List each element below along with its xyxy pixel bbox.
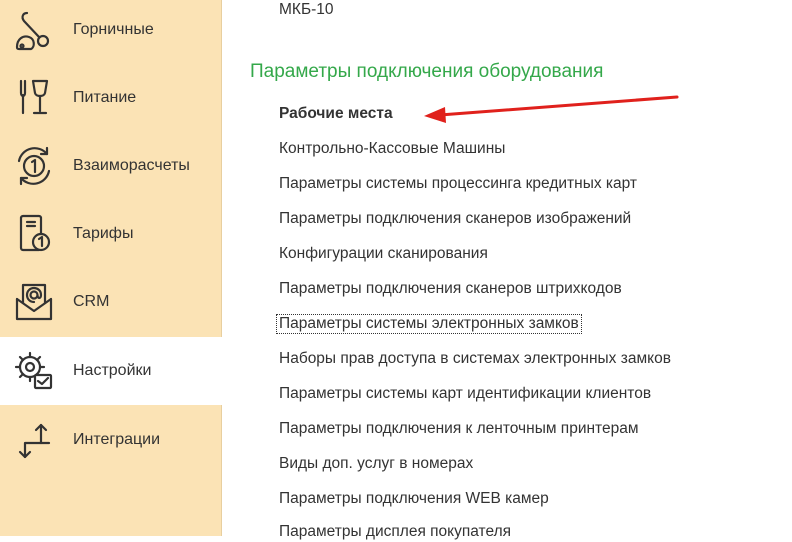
main-content: МКБ-10 Параметры подключения оборудовани… [222, 0, 792, 540]
sidebar-item-housekeeping[interactable]: Горничные [0, 0, 221, 64]
sidebar: Горничные Питание Взаиморасчеты Тарифы C… [0, 0, 222, 536]
sidebar-item-settlements[interactable]: Взаиморасчеты [0, 132, 221, 200]
link-card-processing[interactable]: Параметры системы процессинга кредитных … [276, 174, 640, 194]
link-lock-access-sets[interactable]: Наборы прав доступа в системах электронн… [276, 349, 674, 369]
sidebar-item-label: Горничные [73, 21, 154, 38]
link-workplaces[interactable]: Рабочие места [276, 104, 396, 124]
sidebar-item-crm[interactable]: CRM [0, 268, 221, 336]
sidebar-item-food[interactable]: Питание [0, 64, 221, 132]
sidebar-item-integrations[interactable]: Интеграции [0, 406, 221, 474]
link-electronic-locks[interactable]: Параметры системы электронных замков [276, 314, 582, 334]
sidebar-item-label: Взаиморасчеты [73, 157, 190, 174]
link-tape-printers[interactable]: Параметры подключения к ленточным принте… [276, 419, 641, 439]
sidebar-item-settings[interactable]: Настройки [0, 337, 222, 405]
settings-gears-icon [8, 345, 60, 397]
sidebar-item-tariffs[interactable]: Тарифы [0, 200, 221, 268]
tariff-document-icon [8, 208, 60, 260]
link-barcode-scanners[interactable]: Параметры подключения сканеров штрихкодо… [276, 279, 625, 299]
link-cash-registers[interactable]: Контрольно-Кассовые Машины [276, 139, 508, 159]
link-scan-configs[interactable]: Конфигурации сканирования [276, 244, 491, 264]
integration-arrows-icon [8, 414, 60, 466]
link-mkb10[interactable]: МКБ-10 [276, 0, 337, 20]
link-client-id-cards[interactable]: Параметры системы карт идентификации кли… [276, 384, 654, 404]
section-title: Параметры подключения оборудования [250, 61, 604, 82]
fork-glass-icon [8, 72, 60, 124]
sidebar-item-label: CRM [73, 293, 110, 310]
sidebar-item-label: Настройки [73, 362, 152, 379]
link-customer-display[interactable]: Параметры дисплея покупателя [276, 522, 514, 542]
sidebar-item-label: Питание [73, 89, 137, 106]
vacuum-cleaner-icon [8, 4, 60, 56]
settlement-cycle-icon [8, 140, 60, 192]
crm-mail-icon [8, 276, 60, 328]
link-room-extra-services[interactable]: Виды доп. услуг в номерах [276, 454, 476, 474]
link-web-cameras[interactable]: Параметры подключения WEB камер [276, 489, 552, 509]
link-image-scanners[interactable]: Параметры подключения сканеров изображен… [276, 209, 634, 229]
sidebar-item-label: Тарифы [73, 225, 134, 242]
sidebar-item-label: Интеграции [73, 431, 161, 448]
